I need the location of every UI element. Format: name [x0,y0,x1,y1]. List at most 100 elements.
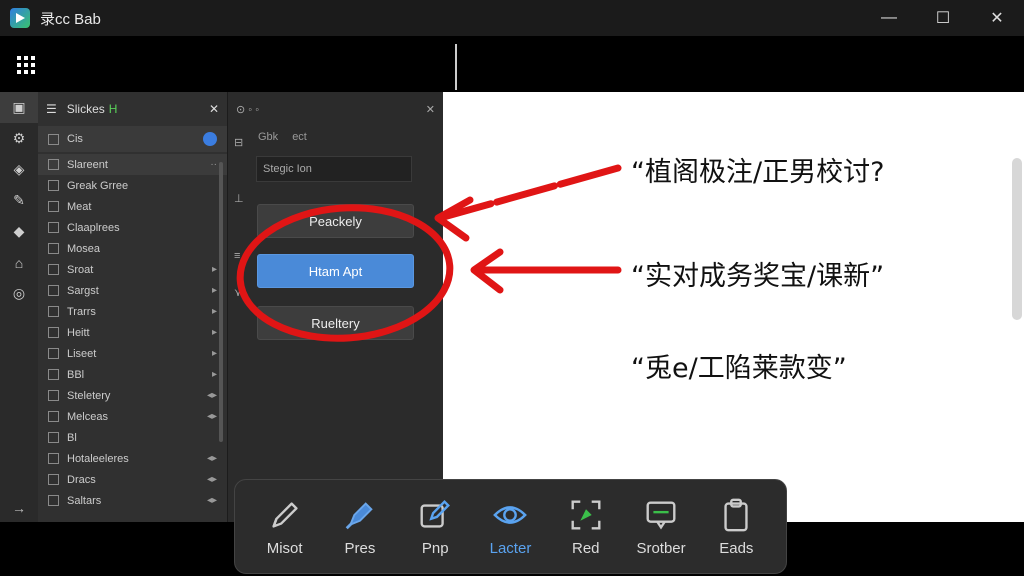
checkbox[interactable] [48,495,59,506]
globe-icon[interactable]: ◎ [0,278,38,309]
sidebar-header: ☰ Slickes H ✕ [38,92,227,126]
tool-label: Misot [266,540,303,557]
checkbox[interactable] [48,201,59,212]
list-item[interactable]: Heitt ▸ [38,322,227,343]
home-icon[interactable]: ⌂ [0,247,38,278]
tool-label: Eads [719,540,754,557]
sidebar-scrollbar[interactable] [219,162,223,442]
checkbox[interactable] [48,327,59,338]
tool-misot[interactable]: Misot [252,496,318,557]
checkbox[interactable] [48,390,59,401]
canvas-scrollbar[interactable] [1012,158,1022,320]
list-item[interactable]: Melceas ◂▸ [38,406,227,427]
layout-icon[interactable]: ▣ [0,92,38,123]
user-icon[interactable]: ⊥ [234,192,244,205]
menu-icon[interactable]: ☰ [46,102,57,116]
list-item-label: Claaplrees [67,221,120,234]
tool-pnp[interactable]: Pnp [402,496,468,557]
panel-header: ⊙ ◦ ◦ ✕ [228,92,443,126]
list-item[interactable]: Trarrs ▸ [38,301,227,322]
checkbox[interactable] [48,159,59,170]
checkbox[interactable] [48,306,59,317]
checkbox[interactable] [48,222,59,233]
properties-panel: ⊙ ◦ ◦ ✕ Gbk ect ⊟ ⊥ ≡ ⋎ Stegic Ion Peack… [228,92,443,522]
bullet-icon[interactable]: ≡ [234,250,240,262]
sidebar: ☰ Slickes H ✕ Cis Slareent ·· Greak Grree… [38,92,228,522]
expand-icon[interactable]: → [0,500,38,516]
list-item[interactable]: Hotaleeleres ◂▸ [38,448,227,469]
checkbox[interactable] [48,264,59,275]
highlighter-icon [345,502,373,530]
lock-icon[interactable]: ⊟ [234,136,243,149]
list-item[interactable]: BBl ▸ [38,364,227,385]
list-item[interactable]: Dracs ◂▸ [38,469,227,490]
peackely-button[interactable]: Peackely [257,204,414,238]
sidebar-close-icon[interactable]: ✕ [209,102,219,116]
checkbox[interactable] [48,348,59,359]
eye-icon [493,506,528,524]
checkbox[interactable] [48,243,59,254]
list-item-trail: ▸ [211,327,217,338]
list-item-trail: ▸ [211,285,217,296]
list-item[interactable]: Cis [38,126,227,152]
checkbox[interactable] [48,285,59,296]
list-item-trail: ◂▸ [206,411,217,422]
list-item[interactable]: Sargst ▸ [38,280,227,301]
checkbox[interactable] [48,474,59,485]
tab-ect[interactable]: ect [292,131,307,143]
shape-icon[interactable]: ◆ [0,216,38,247]
list-item-trail: ◂▸ [206,453,217,464]
checkbox[interactable] [48,180,59,191]
chevron-icon[interactable]: ⋎ [234,286,242,299]
list-item[interactable]: Meat [38,196,227,217]
brush-icon[interactable]: ✎ [0,185,38,216]
checkbox[interactable] [48,453,59,464]
list-item-label: Meat [67,200,92,213]
list-item-trail: ▸ [211,369,217,380]
annotation-note: “植阁极注/正男校讨? [631,157,885,188]
tool-red[interactable]: Red [553,496,619,557]
list-item[interactable]: Saltars ◂▸ [38,490,227,511]
minimize-button[interactable]: — [862,0,916,36]
checkbox[interactable] [48,411,59,422]
list-item-label: Heitt [67,326,90,339]
app-logo-icon [10,8,30,28]
close-button[interactable]: ✕ [970,0,1024,36]
list-item[interactable]: Liseet ▸ [38,343,227,364]
list-item[interactable]: Slareent ·· [38,154,227,175]
list-item[interactable]: Greak Grree [38,175,227,196]
settings-icon[interactable]: ⚙ [0,123,38,154]
list-item[interactable]: Steletery ◂▸ [38,385,227,406]
checkbox[interactable] [48,369,59,380]
tool-lacter[interactable]: Lacter [477,496,543,557]
list-item[interactable]: Bl [38,427,227,448]
layers-icon[interactable]: ◈ [0,154,38,185]
style-input[interactable]: Stegic Ion [256,156,412,182]
rueltery-button[interactable]: Rueltery [257,306,414,340]
list-item-label: Melceas [67,410,108,423]
text-cursor [455,44,457,90]
tool-pres[interactable]: Pres [327,496,393,557]
pen-icon [272,502,298,528]
crop-icon [571,500,601,530]
checkbox[interactable] [48,432,59,443]
tool-srotber[interactable]: Srotber [628,496,694,557]
tab-gbk[interactable]: Gbk [258,131,278,143]
list-item-trail: ▸ [211,306,217,317]
sidebar-title: Slickes [66,102,105,116]
list-item[interactable]: Sroat ▸ [38,259,227,280]
list-item-trail: ◂▸ [206,390,217,401]
list-item-label: Bl [67,431,77,444]
left-rail: ▣ ⚙ ◈ ✎ ◆ ⌂ ◎ → [0,92,38,522]
list-item-label: Dracs [67,473,96,486]
tool-eads[interactable]: Eads [703,496,769,557]
link-icon[interactable]: ⊙ ◦ ◦ [236,103,259,116]
apps-grid-icon[interactable] [17,56,35,74]
document-canvas[interactable]: “植阁极注/正男校讨? “实对成务奖宝/课新” “兎e/工陷莱款变” [443,92,1024,522]
list-item[interactable]: Claaplrees [38,217,227,238]
list-item-label: Steletery [67,389,111,402]
pin-icon[interactable]: ✕ [426,103,435,116]
list-item[interactable]: Mosea [38,238,227,259]
htam-apt-button[interactable]: Htam Apt [257,254,414,288]
maximize-button[interactable]: ☐ [916,0,970,36]
